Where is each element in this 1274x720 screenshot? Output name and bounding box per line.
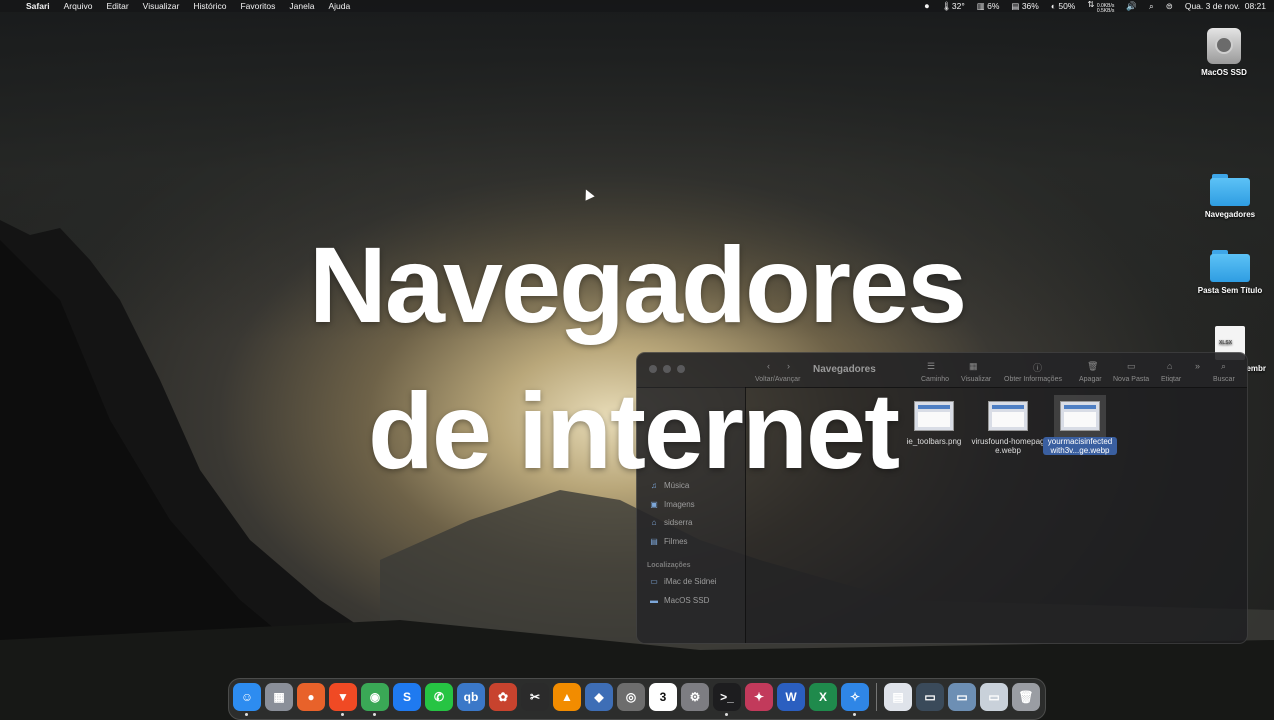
dock-screenshot-icon[interactable]: ◎ <box>617 683 645 711</box>
images-icon: ▣ <box>650 500 658 509</box>
dock-excel-icon[interactable]: X <box>809 683 837 711</box>
dock-recent-3-icon[interactable]: ▭ <box>980 683 1008 711</box>
dock-trash-icon[interactable]: 🗑 <box>1012 683 1040 711</box>
disk-icon: ▬ <box>650 596 658 605</box>
hard-disk-icon <box>1207 28 1241 64</box>
dock-final-cut-icon[interactable]: ✂ <box>521 683 549 711</box>
temperature-status[interactable]: 🌡32° <box>941 1 965 12</box>
computer-icon: ▭ <box>650 577 658 586</box>
dock-shazam-icon[interactable]: S <box>393 683 421 711</box>
home-icon: ⌂ <box>651 518 657 527</box>
dock-vlc-icon[interactable]: ▲ <box>553 683 581 711</box>
desktop-icon-navegadores[interactable]: Navegadores <box>1190 174 1270 219</box>
clock[interactable]: Qua. 3 de nov. 08:21 <box>1185 1 1266 11</box>
dock-word-icon[interactable]: W <box>777 683 805 711</box>
dock-chrome-icon[interactable]: ◉ <box>361 683 389 716</box>
sidebar-item-imagens[interactable]: ▣ Imagens <box>649 500 694 509</box>
movies-icon: ▤ <box>650 537 658 546</box>
dock-calendar-icon[interactable]: 3 <box>649 683 677 711</box>
volume-icon[interactable]: 🔊 <box>1126 1 1137 12</box>
dock-icons: ☺ ▦ ● ▼ ◉ S ✆ qb ✿ ✂ ▲ ◆ ◎ 3 ⚙ >_ ✦ W X ✧ ▤ ▭ ▭ ▭ 🗑 <box>233 683 1040 716</box>
battery-status[interactable]: ◐ 50% <box>1051 1 1076 11</box>
menu-app-name[interactable]: Safari <box>26 1 50 11</box>
dock: ☺ ▦ ● ▼ ◉ S ✆ qb ✿ ✂ ▲ ◆ ◎ 3 ⚙ >_ ✦ W X ✧ ▤ ▭ ▭ ▭ 🗑 <box>228 678 1046 720</box>
spotlight-icon[interactable]: ⌕ <box>1149 1 1154 12</box>
dock-separator <box>876 683 877 711</box>
cpu-status[interactable]: ▥ 6% <box>977 1 1000 12</box>
menu-bar: Safari Arquivo Editar Visualizar Históri… <box>0 0 1274 14</box>
dock-finder-icon[interactable]: ☺ <box>233 683 261 716</box>
dock-documents-icon[interactable]: ▤ <box>884 683 912 711</box>
memory-status[interactable]: ▤ 36% <box>1011 1 1038 12</box>
sidebar-item-sidserra[interactable]: ⌂ sidserra <box>649 518 693 527</box>
dock-launchpad-icon[interactable]: ▦ <box>265 683 293 711</box>
menu-janela[interactable]: Janela <box>289 1 314 11</box>
dock-safari-icon[interactable]: ✧ <box>841 683 869 716</box>
menu-arquivo[interactable]: Arquivo <box>64 1 93 11</box>
dock-system-preferences-icon[interactable]: ⚙ <box>681 683 709 711</box>
dock-firefox-icon[interactable]: ● <box>297 683 325 711</box>
menu-visualizar[interactable]: Visualizar <box>143 1 180 11</box>
overlay-title-line1: Navegadores <box>308 224 967 345</box>
dock-brave-icon[interactable]: ▼ <box>329 683 357 716</box>
sidebar-item-imac[interactable]: ▭ iMac de Sidnei <box>649 577 716 586</box>
dock-crossover-icon[interactable]: ✿ <box>489 683 517 711</box>
menu-editar[interactable]: Editar <box>106 1 128 11</box>
overlay-title-line2: de internet <box>367 370 900 491</box>
network-status[interactable]: ⇅ 0.0KB/s 0.5KB/s <box>1087 0 1114 14</box>
menu-ajuda[interactable]: Ajuda <box>328 1 350 11</box>
dock-whatsapp-icon[interactable]: ✆ <box>425 683 453 711</box>
control-center-icon[interactable]: ⊜ <box>1166 1 1173 12</box>
record-icon[interactable]: ⏺ <box>925 1 929 12</box>
dock-qbittorrent-icon[interactable]: qb <box>457 683 485 711</box>
dock-terminal-icon[interactable]: >_ <box>713 683 741 716</box>
dock-virtualbox-icon[interactable]: ◆ <box>585 683 613 711</box>
dock-recent-2-icon[interactable]: ▭ <box>948 683 976 711</box>
sidebar-item-filmes[interactable]: ▤ Filmes <box>649 537 687 546</box>
menu-historico[interactable]: Histórico <box>193 1 226 11</box>
folder-icon <box>1210 174 1250 206</box>
sidebar-item-macos-ssd[interactable]: ▬ MacOS SSD <box>649 596 709 605</box>
menu-favoritos[interactable]: Favoritos <box>240 1 275 11</box>
dock-recent-1-icon[interactable]: ▭ <box>916 683 944 711</box>
desktop-icon-macos-ssd[interactable]: MacOS SSD <box>1184 28 1264 77</box>
dock-cleanmymac-icon[interactable]: ✦ <box>745 683 773 711</box>
sidebar-section-locations: Localizações <box>647 562 691 569</box>
